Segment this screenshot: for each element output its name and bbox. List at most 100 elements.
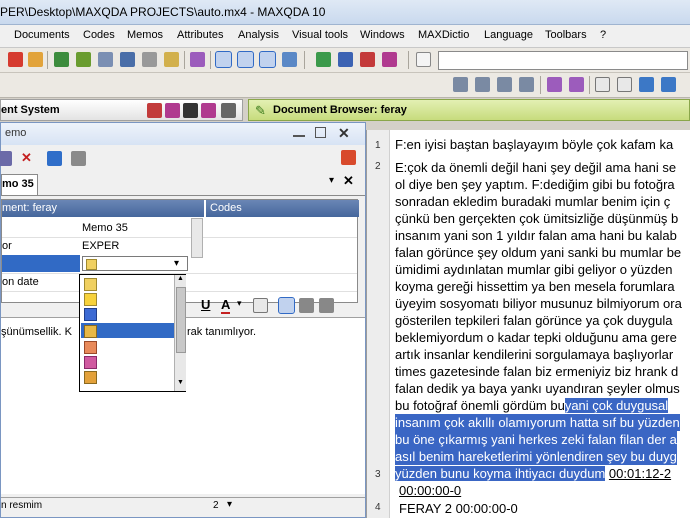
l-memo-icon[interactable] [84, 341, 97, 354]
code-set-icon[interactable] [165, 103, 180, 118]
menu-codes[interactable]: Codes [83, 29, 115, 41]
save-memo-icon[interactable] [0, 151, 12, 166]
retrieved-segments-icon[interactable] [282, 52, 297, 67]
code-link-icon[interactable] [76, 52, 91, 67]
menu-windows[interactable]: Windows [360, 29, 405, 41]
text-search-icon[interactable] [98, 52, 113, 67]
memo-name-value[interactable]: Memo 35 [82, 219, 128, 237]
menu-documents[interactable]: Documents [14, 29, 70, 41]
memo-titlebar: emo ✕ [1, 123, 365, 145]
memo-type-select[interactable]: ▾ [82, 256, 188, 271]
menu-maxdictio[interactable]: MAXDictio [418, 29, 469, 41]
doc-line: artık insanlar kendilerini sorgulamaya b… [395, 347, 674, 362]
tab-memo[interactable]: mo 35 [1, 174, 38, 195]
exclamation-memo-icon[interactable] [84, 293, 97, 306]
print-icon[interactable] [183, 103, 198, 118]
document-browser-header: ✎ Document Browser: feray [248, 99, 690, 121]
scroll-down-icon[interactable]: ▼ [177, 379, 184, 386]
t-memo-icon[interactable] [84, 325, 97, 338]
code-input[interactable] [438, 51, 688, 70]
chevron-down-icon[interactable]: ▾ [174, 255, 179, 273]
delete-icon[interactable]: ✕ [21, 150, 32, 166]
deactivate-icon[interactable] [360, 52, 375, 67]
zoom-in-icon[interactable] [547, 77, 562, 92]
toggle-doc-system-icon[interactable] [215, 51, 232, 68]
pencil-memo-icon[interactable] [84, 371, 97, 384]
menu-help[interactable]: ? [600, 29, 606, 41]
settings-icon[interactable] [661, 77, 676, 92]
arrow-bottom-icon[interactable] [519, 77, 534, 92]
close-icon[interactable]: ✕ [338, 125, 350, 142]
menu-toolbars[interactable]: Toolbars [545, 29, 587, 41]
highlighted-line[interactable]: asıl benim hareketlerimi yönlendiren şey… [395, 448, 677, 465]
font-color-icon[interactable]: A [221, 297, 231, 314]
arrow-up-icon[interactable] [475, 77, 490, 92]
selected-row-label[interactable] [2, 255, 80, 272]
menu-language[interactable]: Language [484, 29, 533, 41]
highlighted-segment[interactable]: yani çok duygusal [564, 398, 669, 413]
yellow-memo-icon[interactable] [84, 278, 97, 291]
zoom-100-icon[interactable] [595, 77, 610, 92]
view-mode-icon[interactable] [639, 77, 654, 92]
align-center-icon[interactable] [299, 298, 314, 313]
highlighted-segment[interactable]: yüzden bunu koyma ihtiyacı duydum [395, 466, 606, 481]
memo-icon[interactable] [164, 52, 179, 67]
author-value[interactable]: EXPER [82, 237, 119, 255]
doc-line: üyeyim sosyomatı biliyor musunuz bilmiyo… [395, 296, 682, 311]
link-icon[interactable] [54, 52, 69, 67]
m-memo-icon[interactable] [84, 356, 97, 369]
link-memo-icon[interactable] [47, 151, 62, 166]
edit-pencil-icon[interactable]: ✎ [255, 103, 266, 119]
tab-dropdown-icon[interactable]: ▾ [329, 175, 334, 186]
zoom-out-icon[interactable] [569, 77, 584, 92]
underline-icon[interactable]: U [201, 297, 210, 312]
arrow-down-icon[interactable] [497, 77, 512, 92]
open-project-icon[interactable] [8, 52, 23, 67]
doc-line: insanım yani son 1 yıldır falan ama hani… [395, 228, 677, 243]
search-icon[interactable] [190, 52, 205, 67]
edit-icon[interactable] [416, 52, 431, 67]
maximize-icon[interactable] [315, 127, 326, 138]
new-document-icon[interactable] [28, 52, 43, 67]
align-right-icon[interactable] [319, 298, 334, 313]
minimize-icon[interactable] [293, 135, 305, 137]
timestamp[interactable]: 00:01:12-2 [609, 466, 671, 481]
run-icon[interactable] [341, 150, 356, 165]
unlink-icon[interactable] [71, 151, 86, 166]
menu-memos[interactable]: Memos [127, 29, 163, 41]
new-code-icon[interactable] [147, 103, 162, 118]
arrow-top-icon[interactable] [453, 77, 468, 92]
menu-attributes[interactable]: Attributes [177, 29, 223, 41]
grid-header-codes-label: Codes [210, 202, 242, 214]
doc-line: yüzden bunu koyma ihtiyacı duydum 00:01:… [395, 465, 671, 482]
activate-icon[interactable] [316, 52, 331, 67]
menu-visual-tools[interactable]: Visual tools [292, 29, 348, 41]
grid-scrollbar[interactable] [191, 218, 203, 258]
table-icon[interactable] [120, 52, 135, 67]
question-memo-icon[interactable] [84, 308, 97, 321]
scroll-thumb[interactable] [176, 287, 186, 353]
page-view-icon[interactable] [617, 77, 632, 92]
toggle-browser-icon[interactable] [259, 51, 276, 68]
pin-icon[interactable] [221, 103, 236, 118]
export-icon[interactable] [201, 103, 216, 118]
highlighted-line[interactable]: insanım çok akıllı olamıyorum hatta sıf … [395, 414, 680, 431]
toggle-code-system-icon[interactable] [237, 51, 254, 68]
activate-all-icon[interactable] [338, 52, 353, 67]
deactivate-all-icon[interactable] [382, 52, 397, 67]
timestamp[interactable]: 00:00:00-0 [399, 482, 461, 499]
font-color-dropdown-icon[interactable]: ▾ [237, 298, 242, 309]
formula-icon[interactable] [142, 52, 157, 67]
paragraph-number: 3 [375, 469, 381, 480]
author-label: or [2, 240, 12, 252]
highlighted-line[interactable]: bu öne çıkarmış yani herkes zeki falan f… [395, 431, 677, 448]
footer-dropdown-icon[interactable]: ▾ [227, 499, 232, 510]
dropdown-scrollbar[interactable]: ▲ ▼ [174, 275, 186, 391]
memo-type-dropdown[interactable]: ▲ ▼ [79, 274, 186, 392]
menu-analysis[interactable]: Analysis [238, 29, 279, 41]
tab-close-icon[interactable]: ✕ [343, 173, 354, 189]
document-text-area[interactable]: 1 2 3 4 F:en iyisi baştan başlayayım böy… [366, 130, 690, 518]
insert-date-icon[interactable] [253, 298, 268, 313]
scroll-up-icon[interactable]: ▲ [177, 275, 184, 282]
align-left-icon[interactable] [278, 297, 295, 314]
